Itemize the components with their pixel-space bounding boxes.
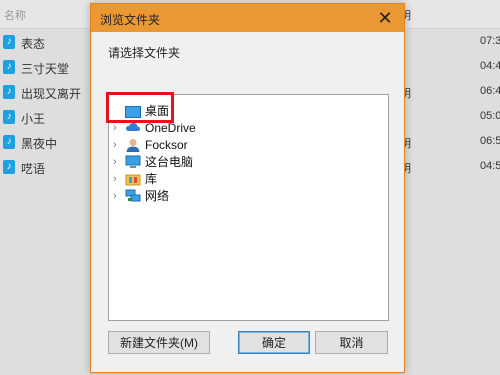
song-duration: 05:0 <box>480 110 500 122</box>
tree-item-label: Focksor <box>145 138 188 152</box>
music-note-icon: ♪ <box>3 160 15 174</box>
song-name: 小王 <box>21 112 46 126</box>
song-name: 三寸天堂 <box>21 62 70 76</box>
music-note-icon: ♪ <box>3 35 15 49</box>
song-name: 出现又离开 <box>21 87 82 101</box>
cancel-button[interactable]: 取消 <box>315 331 388 354</box>
tree-item-label: 网络 <box>145 189 170 203</box>
music-note-icon: ♪ <box>3 60 15 74</box>
dialog-titlebar[interactable]: 浏览文件夹 ✕ <box>91 4 404 32</box>
user-icon <box>125 138 141 152</box>
expand-chevron-icon[interactable]: › <box>113 154 121 170</box>
music-note-icon: ♪ <box>3 85 15 99</box>
expand-chevron-icon[interactable]: › <box>113 137 121 153</box>
expand-chevron-icon[interactable]: › <box>113 188 121 204</box>
dialog-title: 浏览文件夹 <box>100 13 161 27</box>
tree-item-label: 这台电脑 <box>145 155 194 169</box>
music-note-icon: ♪ <box>3 110 15 124</box>
song-duration: 04:5 <box>480 160 500 172</box>
folder-tree[interactable]: 桌面 › OneDrive › Focksor › 这台电脑 › 库 › 网络 <box>108 94 389 321</box>
new-folder-button[interactable]: 新建文件夹(M) <box>108 331 210 354</box>
song-duration: 04:4 <box>480 60 500 72</box>
column-header-name[interactable]: 名称 <box>4 7 26 23</box>
song-duration: 06:4 <box>480 85 500 97</box>
dialog-prompt: 请选择文件夹 <box>108 46 181 60</box>
close-icon[interactable]: ✕ <box>374 7 396 29</box>
browse-folder-dialog: 浏览文件夹 ✕ 请选择文件夹 桌面 › OneDrive › Focksor › <box>90 3 405 373</box>
network-icon <box>125 189 141 203</box>
music-note-icon: ♪ <box>3 135 15 149</box>
song-name: 表态 <box>21 37 46 51</box>
ok-button[interactable]: 确定 <box>238 331 310 354</box>
expand-chevron-icon[interactable]: › <box>113 171 121 187</box>
song-duration: 06:5 <box>480 135 500 147</box>
tree-item-label: 库 <box>145 172 158 186</box>
song-name: 黑夜中 <box>21 137 58 151</box>
annotation-highlight-box <box>106 92 174 123</box>
song-duration: 07:3 <box>480 35 500 47</box>
song-name: 呓语 <box>21 162 46 176</box>
library-icon <box>125 172 141 186</box>
pc-icon <box>125 155 141 169</box>
cloud-icon <box>125 121 141 135</box>
